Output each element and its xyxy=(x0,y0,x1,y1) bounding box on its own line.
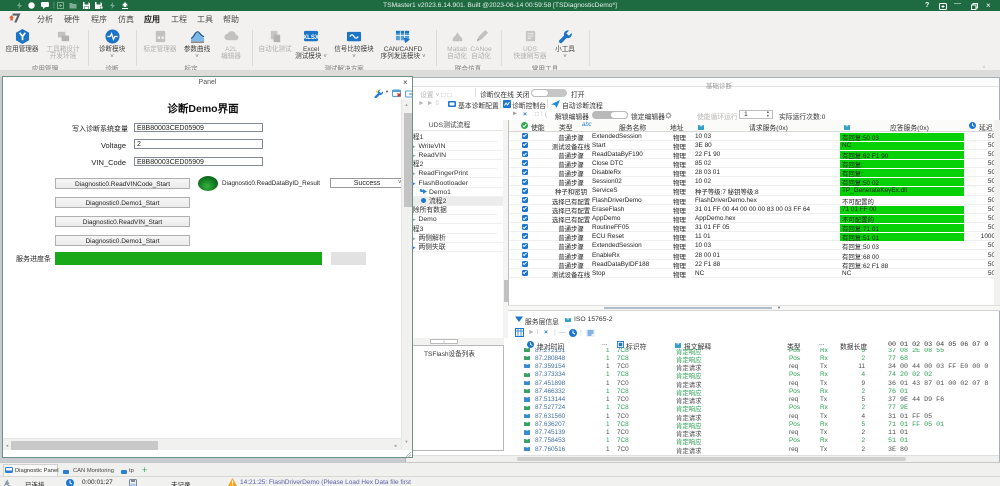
svg-text:XLSX: XLSX xyxy=(303,34,319,41)
